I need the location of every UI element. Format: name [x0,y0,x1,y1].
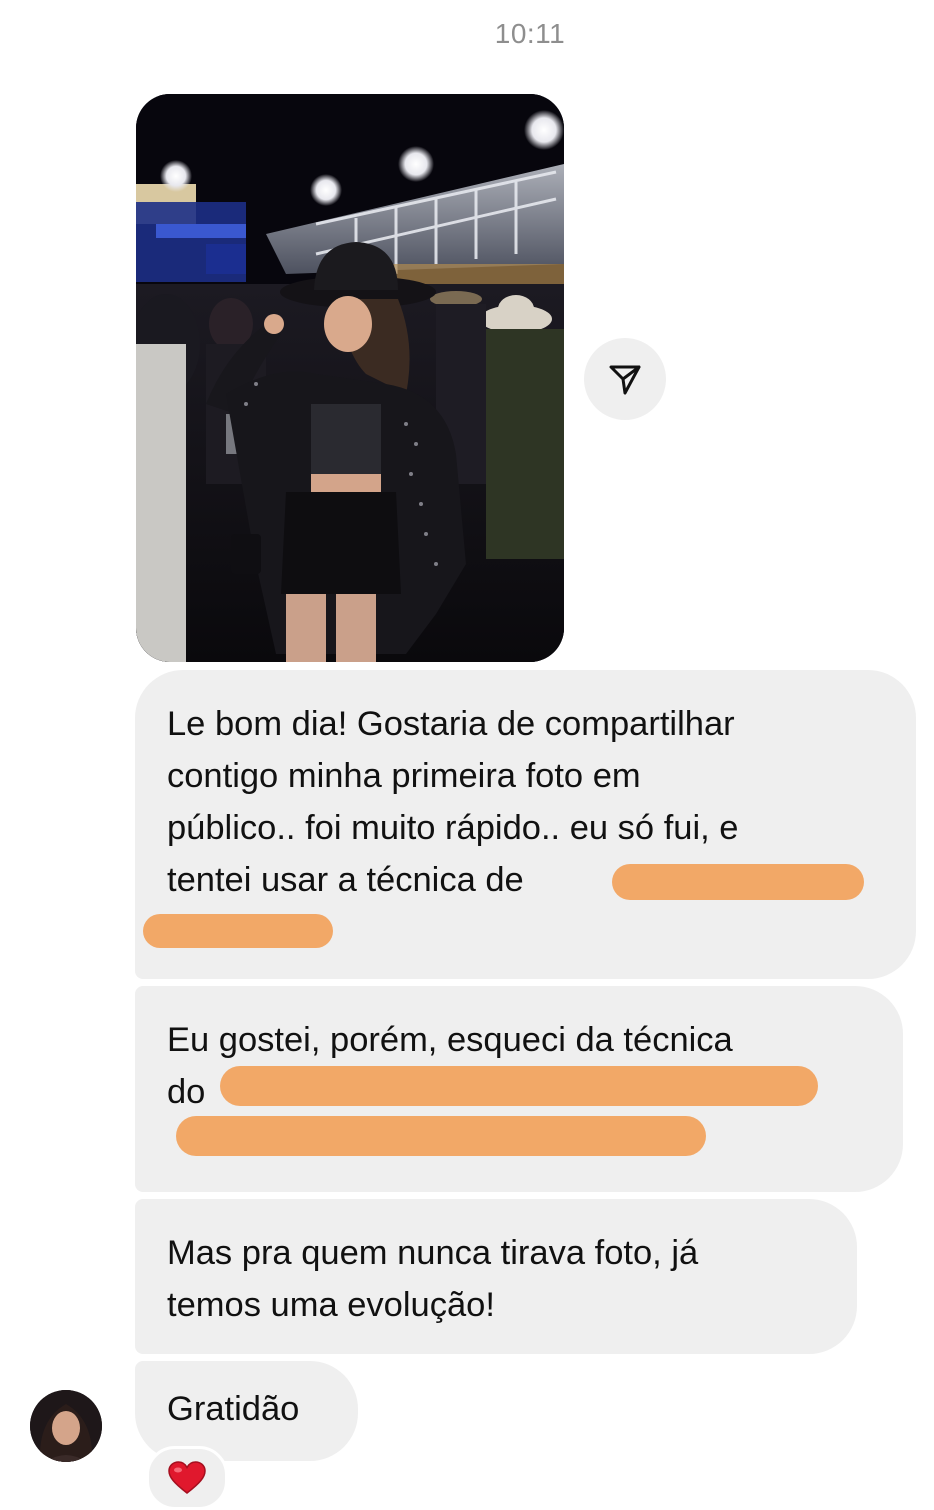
heart-icon [168,1461,206,1494]
redaction-mark [612,864,864,900]
message-line: Mas pra quem nunca tirava foto, já [167,1234,699,1272]
message-bubble[interactable]: Mas pra quem nunca tirava foto, já temos… [135,1199,857,1354]
redaction-mark [176,1116,706,1156]
message-line: temos uma evolução! [167,1286,495,1324]
paper-plane-icon [609,365,641,395]
message-line: público.. foi muito rápido.. eu só fui, … [167,809,739,847]
redaction-mark [143,914,333,948]
shared-photo[interactable] [136,94,564,662]
sender-avatar[interactable] [30,1390,102,1462]
message-line: contigo minha primeira foto em [167,757,641,795]
share-button[interactable] [584,338,666,420]
message-line: Le bom dia! Gostaria de compartilhar [167,705,735,743]
message-line: Eu gostei, porém, esqueci da técnica [167,1021,733,1059]
message-line: Gratidão [167,1390,300,1428]
message-timestamp: 10:11 [494,18,566,49]
redaction-mark [220,1066,818,1106]
reaction-badge[interactable] [146,1446,228,1510]
